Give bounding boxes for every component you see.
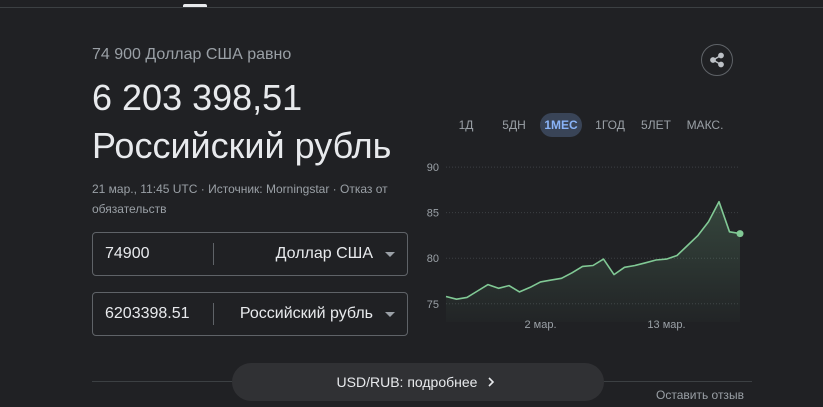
- y-tick-label: 85: [427, 208, 439, 220]
- top-divider: [0, 7, 823, 8]
- field-separator: [213, 243, 214, 265]
- range-1d[interactable]: 1Д: [452, 113, 480, 137]
- source-note: 21 мар., 11:45 UTC · Источник: Morningst…: [92, 182, 388, 216]
- range-selector: 1Д 5ДН 1МЕС 1ГОД 5ЛЕТ МАКС.: [440, 113, 740, 137]
- from-amount-input[interactable]: 74900: [105, 233, 150, 275]
- last-point-marker: [736, 230, 744, 238]
- conversion-prefix: 74 900 Доллар США равно: [92, 46, 292, 63]
- y-tick-label: 80: [427, 253, 439, 265]
- to-currency-select[interactable]: Российский рубль: [240, 293, 373, 335]
- pair-details-button[interactable]: USD/RUB: подробнее: [232, 363, 604, 401]
- share-icon: [710, 52, 724, 68]
- to-amount-input[interactable]: 6203398.51: [105, 293, 190, 335]
- dropdown-arrow-icon[interactable]: [385, 312, 395, 317]
- pair-details-label: USD/RUB: подробнее: [336, 374, 478, 390]
- range-max[interactable]: МАКС.: [682, 113, 728, 137]
- range-5d[interactable]: 5ДН: [496, 113, 532, 137]
- range-1m[interactable]: 1МЕС: [540, 113, 582, 137]
- field-separator: [213, 303, 214, 325]
- y-tick-label: 90: [427, 162, 439, 174]
- from-currency-row: 74900 Доллар США: [92, 232, 408, 276]
- range-5y[interactable]: 5ЛЕТ: [636, 113, 676, 137]
- rate-area: [446, 201, 740, 322]
- target-currency-name: Российский рубль: [92, 125, 392, 166]
- rate-chart[interactable]: 90858075 2 мар. 13 мар.: [412, 150, 752, 340]
- feedback-link[interactable]: Оставить отзыв: [656, 388, 744, 402]
- active-tab-indicator: [183, 4, 207, 7]
- dropdown-arrow-icon[interactable]: [385, 252, 395, 257]
- from-currency-select[interactable]: Доллар США: [276, 233, 373, 275]
- chevron-right-icon: [488, 377, 495, 387]
- share-button[interactable]: [701, 44, 733, 76]
- range-1y[interactable]: 1ГОД: [590, 113, 630, 137]
- converted-amount: 6 203 398,51: [92, 77, 303, 118]
- to-currency-row: 6203398.51 Российский рубль: [92, 292, 408, 336]
- y-tick-label: 75: [427, 299, 439, 311]
